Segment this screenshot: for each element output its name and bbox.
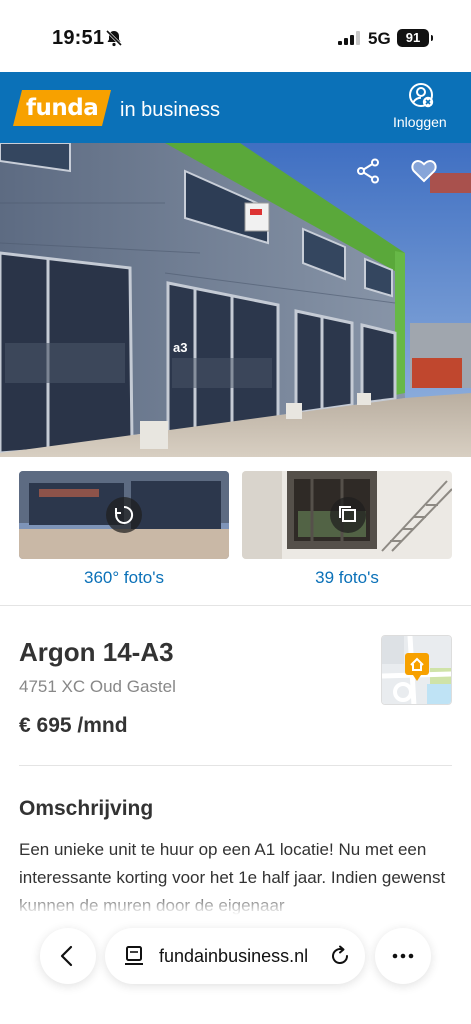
hero-photo[interactable]: a3 (0, 143, 471, 457)
divider (0, 605, 471, 606)
app-header: funda in business Inloggen (0, 72, 471, 143)
photos-thumbnail[interactable] (242, 471, 452, 559)
bell-slash-icon (105, 29, 123, 47)
gallery-icon (339, 506, 356, 522)
signal-icon (338, 31, 360, 45)
more-icon (392, 953, 414, 959)
logo-text: funda (26, 95, 99, 121)
divider (19, 765, 452, 766)
share-icon[interactable] (356, 158, 380, 184)
status-time: 19:51 (52, 27, 105, 49)
map-thumbnail[interactable] (381, 635, 452, 705)
photos-link[interactable]: 39 foto's (242, 568, 452, 588)
login-icon[interactable] (408, 82, 435, 109)
listing-address: 4751 XC Oud Gastel (19, 677, 176, 696)
page-icon (125, 946, 143, 965)
login-label[interactable]: Inloggen (393, 114, 447, 130)
status-bar: 19:51 5G 91 (0, 0, 471, 72)
url-text: fundainbusiness.nl (159, 946, 309, 966)
gallery-badge (330, 497, 366, 533)
battery-indicator: 91 (397, 29, 433, 47)
url-bar[interactable]: fundainbusiness.nl (105, 928, 365, 984)
heart-icon[interactable] (411, 159, 437, 183)
rotate-360-badge (106, 497, 142, 533)
listing-title: Argon 14-A3 (19, 637, 174, 667)
360-photo-thumbnail[interactable] (19, 471, 229, 559)
description-heading: Omschrijving (19, 797, 154, 820)
unit-number-label: a3 (173, 340, 188, 355)
brand-subtitle: in business (120, 99, 221, 121)
rotate-360-icon (115, 505, 134, 524)
network-label: 5G (368, 29, 391, 48)
back-button[interactable] (40, 928, 96, 984)
reload-icon[interactable] (329, 945, 351, 967)
listing-price: € 695 /mnd (19, 714, 128, 737)
360-photos-link[interactable]: 360° foto's (19, 568, 229, 588)
back-icon (60, 945, 73, 967)
more-button[interactable] (375, 928, 431, 984)
